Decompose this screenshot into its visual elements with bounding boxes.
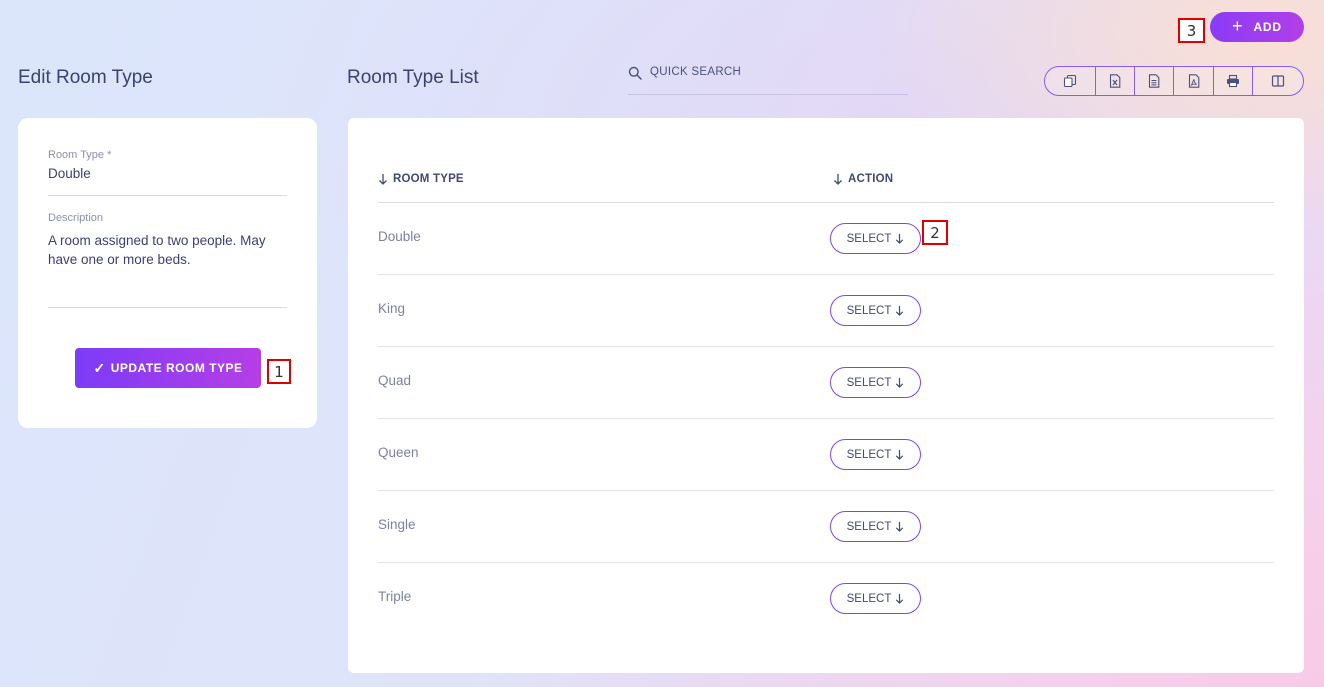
csv-icon	[1149, 74, 1160, 88]
select-label: SELECT	[846, 232, 892, 245]
select-label: SELECT	[846, 592, 892, 605]
excel-icon	[1109, 74, 1121, 88]
select-button[interactable]: SELECT	[830, 583, 921, 614]
table-row: Queen SELECT	[378, 419, 1274, 491]
room-type-name: King	[378, 301, 406, 316]
room-type-name: Triple	[378, 589, 412, 604]
search-icon	[628, 66, 642, 80]
select-label: SELECT	[846, 304, 892, 317]
annotation-marker-3: 3	[1178, 18, 1205, 43]
room-type-name: Queen	[378, 445, 419, 460]
annotation-marker-2: 2	[922, 220, 948, 245]
export-toolbar	[1044, 66, 1304, 96]
columns-button[interactable]	[1253, 67, 1303, 95]
table-row: Quad SELECT	[378, 347, 1274, 419]
table-row: Double SELECT	[378, 203, 1274, 275]
select-label: SELECT	[846, 376, 892, 389]
print-icon	[1226, 74, 1239, 88]
column-header-room-type-label: ROOM TYPE	[393, 173, 464, 185]
table-row: Triple SELECT	[378, 563, 1274, 635]
table-row: Single SELECT	[378, 491, 1274, 563]
arrow-down-icon	[896, 594, 904, 604]
select-button[interactable]: SELECT	[830, 439, 921, 470]
list-panel-title: Room Type List	[347, 67, 479, 88]
room-type-name: Double	[378, 229, 421, 244]
pdf-button[interactable]	[1174, 67, 1214, 95]
excel-button[interactable]	[1096, 67, 1136, 95]
description-field[interactable]: A room assigned to two people. May have …	[48, 231, 290, 269]
plus-icon: +	[1232, 15, 1244, 36]
column-header-room-type[interactable]: ROOM TYPE	[378, 173, 464, 185]
update-room-type-button[interactable]: ✓ UPDATE ROOM TYPE	[75, 348, 261, 388]
select-button[interactable]: SELECT	[830, 295, 921, 326]
csv-button[interactable]	[1135, 67, 1175, 95]
edit-panel-title: Edit Room Type	[18, 67, 153, 88]
arrow-down-icon	[896, 378, 904, 388]
sort-down-icon	[834, 174, 842, 185]
copy-button[interactable]	[1045, 67, 1096, 95]
description-label: Description	[48, 212, 104, 224]
select-button[interactable]: SELECT	[830, 223, 921, 254]
pdf-icon	[1188, 74, 1199, 88]
select-label: SELECT	[846, 448, 892, 461]
add-label: ADD	[1253, 20, 1282, 34]
column-header-action-label: ACTION	[848, 173, 894, 185]
description-underline	[48, 307, 287, 308]
add-button[interactable]: + ADD	[1210, 12, 1304, 42]
check-icon: ✓	[93, 359, 106, 376]
arrow-down-icon	[896, 234, 904, 244]
annotation-marker-1: 1	[267, 359, 291, 384]
arrow-down-icon	[896, 522, 904, 532]
arrow-down-icon	[896, 450, 904, 460]
room-type-name: Single	[378, 517, 416, 532]
select-label: SELECT	[846, 520, 892, 533]
select-button[interactable]: SELECT	[830, 511, 921, 542]
update-room-type-label: UPDATE ROOM TYPE	[110, 361, 243, 375]
select-button[interactable]: SELECT	[830, 367, 921, 398]
print-button[interactable]	[1214, 67, 1254, 95]
room-type-label: Room Type *	[48, 149, 112, 161]
room-type-name: Quad	[378, 373, 412, 388]
columns-icon	[1271, 75, 1285, 87]
quick-search-input[interactable]: QUICK SEARCH	[628, 63, 908, 95]
room-type-table: ROOM TYPE ACTION Double SELECT King SELE…	[348, 118, 1304, 673]
room-type-field[interactable]: Double	[48, 166, 91, 181]
search-placeholder: QUICK SEARCH	[650, 66, 742, 78]
arrow-down-icon	[896, 306, 904, 316]
copy-icon	[1063, 74, 1076, 88]
column-header-action[interactable]: ACTION	[833, 173, 893, 185]
sort-down-icon	[379, 174, 387, 185]
room-type-underline	[48, 195, 287, 196]
table-row: King SELECT	[378, 275, 1274, 347]
